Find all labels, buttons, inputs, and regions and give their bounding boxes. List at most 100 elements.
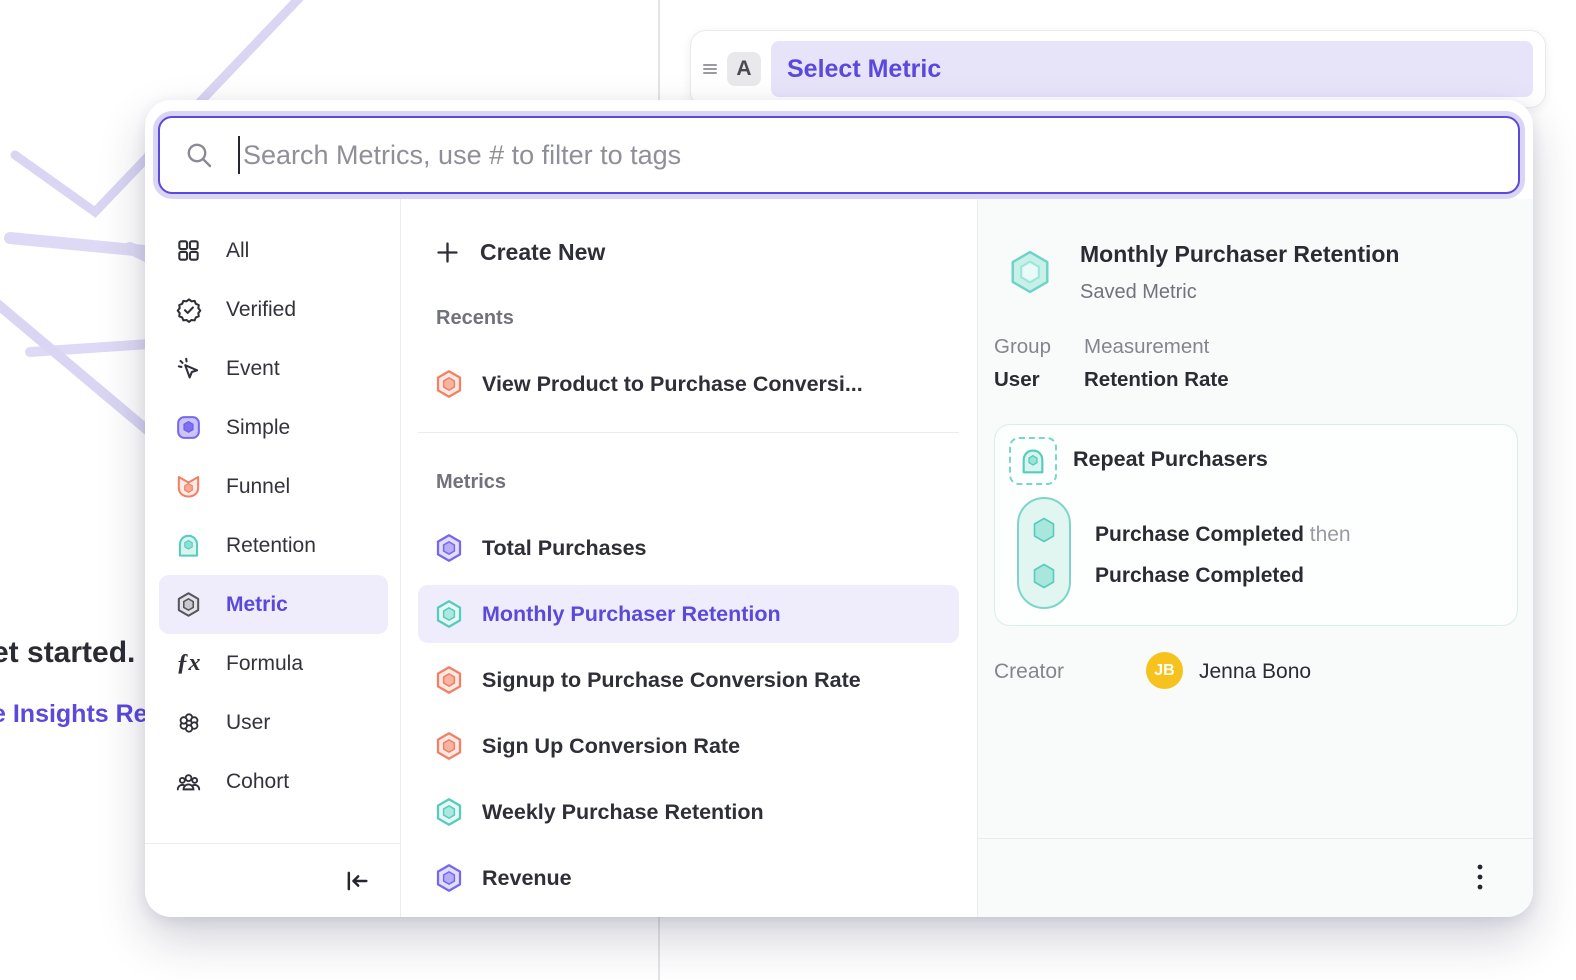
property-measurement: Measurement Retention Rate: [1084, 335, 1229, 392]
search-icon: [184, 140, 214, 170]
user-cluster-icon: [175, 709, 202, 736]
sidebar-item-label: Formula: [226, 652, 303, 676]
hexagon-teal-icon: [434, 599, 464, 629]
list-item-label: Weekly Purchase Retention: [482, 800, 764, 825]
sidebar-item-label: Simple: [226, 416, 290, 440]
sidebar-item-all[interactable]: All: [159, 221, 388, 280]
verified-badge-icon: [175, 296, 202, 323]
plus-icon: [434, 239, 461, 266]
metric-teal-hexagon-icon: [1007, 248, 1053, 296]
background-partial-heading: et started.: [0, 636, 135, 670]
creator-name: Jenna Bono: [1199, 660, 1311, 684]
section-label-recents: Recents: [436, 307, 959, 331]
details-title: Monthly Purchaser Retention: [1080, 241, 1399, 268]
sidebar-item-label: Metric: [226, 593, 288, 617]
cursor-click-icon: [175, 355, 202, 382]
definition-title: Repeat Purchasers: [1073, 447, 1268, 472]
metric-picker-modal: All Verified Event: [145, 100, 1533, 917]
list-item-total-purchases[interactable]: Total Purchases: [418, 519, 959, 577]
series-letter-badge: A: [727, 52, 761, 86]
step-event-name: Purchase Completed: [1095, 523, 1304, 546]
list-item-sign-up-conversion-rate[interactable]: Sign Up Conversion Rate: [418, 717, 959, 775]
search-input[interactable]: [243, 140, 1498, 171]
sidebar-item-label: Verified: [226, 298, 296, 322]
create-new-label: Create New: [480, 239, 605, 266]
sidebar-item-label: Event: [226, 357, 280, 381]
grid-icon: [175, 237, 202, 264]
list-item-label: Total Purchases: [482, 536, 647, 561]
section-label-metrics: Metrics: [436, 471, 959, 495]
hexagon-purple-icon: [434, 533, 464, 563]
event-sequence-capsule: [1017, 497, 1071, 609]
property-value: User: [994, 368, 1062, 392]
definition-step-1: Purchase Completed then: [1095, 523, 1351, 547]
sidebar-item-simple[interactable]: Simple: [159, 398, 388, 457]
list-item-label: Sign Up Conversion Rate: [482, 734, 740, 759]
property-group: Group User: [994, 335, 1062, 392]
funnel-icon: [175, 473, 202, 500]
select-metric-button[interactable]: Select Metric: [771, 41, 1533, 97]
retention-arch-icon: [175, 532, 202, 559]
drag-handle-icon[interactable]: [699, 58, 721, 80]
collapse-sidebar-button[interactable]: [340, 864, 374, 898]
event-hexagon-icon: [1032, 563, 1056, 589]
sidebar-item-label: Cohort: [226, 770, 289, 794]
event-hexagon-icon: [1032, 517, 1056, 543]
definition-step-2: Purchase Completed: [1095, 564, 1304, 588]
hexagon-coral-icon: [434, 731, 464, 761]
hexagon-teal-icon: [434, 797, 464, 827]
creator-label: Creator: [994, 660, 1064, 684]
sidebar-item-label: Retention: [226, 534, 316, 558]
metrics-list-column: Create New Recents View Product to Purch…: [400, 199, 978, 917]
list-item-label: Signup to Purchase Conversion Rate: [482, 668, 861, 693]
list-section-divider: [418, 432, 959, 433]
metric-slot-bar: A Select Metric: [690, 30, 1546, 108]
list-item-label: Revenue: [482, 866, 572, 891]
property-label: Measurement: [1084, 335, 1229, 361]
step-connector: then: [1304, 523, 1351, 546]
list-item-revenue[interactable]: Revenue: [418, 849, 959, 907]
kebab-menu-icon: [1476, 862, 1484, 894]
sidebar-item-label: Funnel: [226, 475, 290, 499]
hexagon-purple-icon: [434, 863, 464, 893]
search-box[interactable]: [158, 116, 1520, 194]
collapse-left-icon: [343, 867, 371, 895]
background-partial-link[interactable]: e Insights Re: [0, 700, 148, 729]
property-label: Group: [994, 335, 1062, 361]
sidebar-item-metric[interactable]: Metric: [159, 575, 388, 634]
retention-definition-icon: [1009, 437, 1057, 485]
metric-details-panel: Monthly Purchaser Retention Saved Metric…: [978, 199, 1533, 917]
metric-hexagon-icon: [175, 591, 202, 618]
sidebar-item-funnel[interactable]: Funnel: [159, 457, 388, 516]
sidebar-footer: [145, 843, 400, 917]
step-event-name: Purchase Completed: [1095, 564, 1304, 587]
formula-fx-icon: ƒx: [175, 650, 202, 677]
simple-square-icon: [175, 414, 202, 441]
hexagon-coral-icon: [434, 665, 464, 695]
sidebar-item-user[interactable]: User: [159, 693, 388, 752]
sidebar-item-label: All: [226, 239, 249, 263]
list-item-weekly-purchase-retention[interactable]: Weekly Purchase Retention: [418, 783, 959, 841]
category-sidebar: All Verified Event: [145, 199, 400, 917]
details-properties: Group User Measurement Retention Rate: [994, 335, 1229, 392]
sidebar-item-event[interactable]: Event: [159, 339, 388, 398]
property-value: Retention Rate: [1084, 368, 1229, 392]
list-item-label: View Product to Purchase Conversi...: [482, 372, 863, 397]
sidebar-item-label: User: [226, 711, 270, 735]
sidebar-item-verified[interactable]: Verified: [159, 280, 388, 339]
sidebar-item-cohort[interactable]: Cohort: [159, 752, 388, 811]
sidebar-item-formula[interactable]: ƒx Formula: [159, 634, 388, 693]
list-item-monthly-purchaser-retention[interactable]: Monthly Purchaser Retention: [418, 585, 959, 643]
sidebar-item-retention[interactable]: Retention: [159, 516, 388, 575]
details-subtitle: Saved Metric: [1080, 281, 1197, 304]
more-options-button[interactable]: [1465, 861, 1495, 895]
list-item-signup-to-purchase-conversion-rate[interactable]: Signup to Purchase Conversion Rate: [418, 651, 959, 709]
text-caret: [238, 136, 240, 174]
cohort-people-icon: [175, 768, 202, 795]
list-item-recent-metric[interactable]: View Product to Purchase Conversi...: [418, 355, 959, 413]
details-footer: [978, 838, 1533, 917]
creator-avatar[interactable]: JB: [1146, 652, 1183, 689]
metric-definition-card: Repeat Purchasers Purchase Completed the…: [994, 424, 1518, 626]
create-new-button[interactable]: Create New: [418, 227, 959, 277]
select-metric-label: Select Metric: [787, 55, 941, 84]
